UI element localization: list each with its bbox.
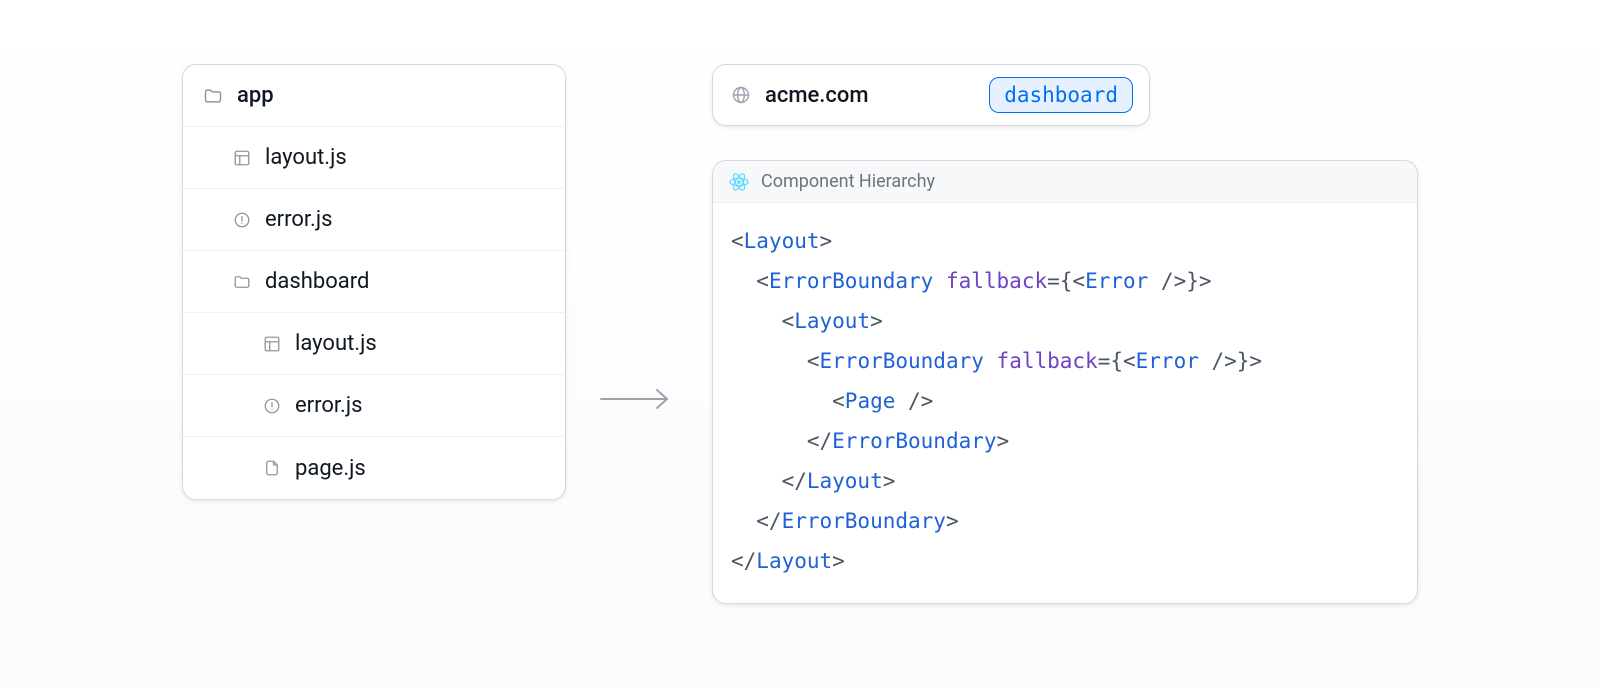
globe-icon [731,85,751,105]
folder-icon [233,273,251,291]
file-tree-root-label: app [237,83,274,108]
file-tree-item[interactable]: layout.js [183,127,565,189]
code-block: <Layout> <ErrorBoundary fallback={<Error… [713,203,1417,603]
component-hierarchy-panel: Component Hierarchy <Layout> <ErrorBound… [712,160,1418,604]
panel-title: Component Hierarchy [761,171,935,192]
url-segment-badge: dashboard [989,77,1133,113]
file-tree-root[interactable]: app [183,65,565,127]
file-label: layout.js [265,145,347,170]
folder-icon [203,86,223,106]
file-tree-item[interactable]: page.js [183,437,565,499]
file-tree-item[interactable]: error.js [183,375,565,437]
file-tree-item[interactable]: dashboard [183,251,565,313]
url-bar: acme.com dashboard [712,64,1150,126]
file-label: layout.js [295,331,377,356]
panel-header: Component Hierarchy [713,161,1417,203]
error-icon [233,211,251,229]
error-icon [263,397,281,415]
url-host: acme.com [765,83,869,108]
react-icon [729,172,749,192]
file-tree-item[interactable]: error.js [183,189,565,251]
arrow-right-icon [599,386,673,418]
layout-icon [233,149,251,167]
file-label: error.js [265,207,332,232]
file-tree-panel: app layout.js error.js dashboard layout.… [182,64,566,500]
file-tree-item[interactable]: layout.js [183,313,565,375]
layout-icon [263,335,281,353]
file-label: dashboard [265,269,369,294]
file-icon [263,459,281,477]
file-label: error.js [295,393,362,418]
file-label: page.js [295,456,366,481]
